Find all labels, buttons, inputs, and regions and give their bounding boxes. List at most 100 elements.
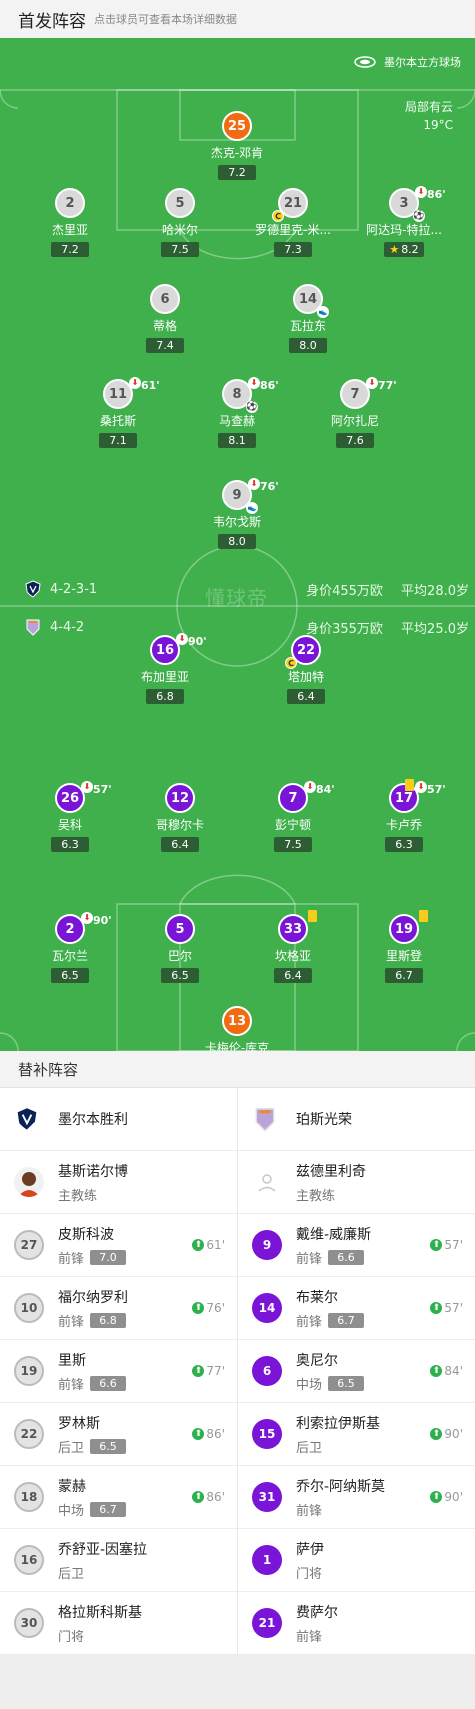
player-rating-value: 7.5	[284, 838, 302, 851]
player-name: 杰克-邓肯	[210, 146, 264, 160]
sub-player-position: 门将	[296, 1563, 324, 1582]
sub-player-name: 乔舒亚-因塞拉	[58, 1541, 148, 1558]
home-sub-row[interactable]: 30 格拉斯科斯基 门将	[0, 1592, 237, 1655]
jersey-number-text: 33	[283, 921, 303, 937]
home-team-name: 墨尔本胜利	[58, 1112, 128, 1128]
yellow-card-icon	[405, 779, 414, 791]
venue-name: 墨尔本立方球场	[384, 56, 461, 69]
away-sub-row[interactable]: 31 乔尔-阿纳斯莫 前锋 ⬆ 90'	[238, 1466, 475, 1529]
away-player[interactable]: 7 ⬇ 84' 彭宁顿 7.5	[233, 781, 353, 852]
player-rating-value: 8.0	[299, 339, 317, 352]
home-avg-age: 平均28.0岁	[401, 583, 469, 599]
player-rating: 7.6	[336, 433, 374, 448]
home-player[interactable]: 14 👟 瓦拉东 8.0	[248, 284, 368, 353]
player-rating: 6.4	[287, 689, 325, 704]
away-player[interactable]: 26 ⬇ 57' 吴科 6.3	[10, 781, 130, 852]
sub-position-text: 前锋	[58, 1377, 85, 1393]
sub-player-name: 奥尼尔	[296, 1352, 338, 1369]
away-player[interactable]: 33 坎格亚 6.4	[233, 910, 353, 983]
sub-in-indicator: ⬆ 57'	[430, 1301, 463, 1315]
sub-in-arrow-icon: ⬆	[192, 1491, 205, 1503]
home-player[interactable]: 8 ⬇ 86' ⚽ 马查赫 8.1	[177, 377, 297, 448]
home-coach-row[interactable]: 基斯诺尔博 主教练	[0, 1151, 237, 1214]
sub-player-position: 前锋 6.8	[58, 1311, 128, 1330]
sub-player-name: 萨伊	[296, 1541, 324, 1558]
sub-in-indicator: ⬆ 90'	[430, 1427, 463, 1441]
away-player[interactable]: 19 里斯登 6.7	[344, 910, 464, 983]
jersey-number-text: 2	[65, 195, 75, 211]
player-rating: 6.4	[161, 837, 199, 852]
jersey-number: 6	[150, 284, 180, 314]
home-sub-row[interactable]: 18 蒙赫 中场 6.7 ⬆ 86'	[0, 1466, 237, 1529]
sub-out-icon: ⬇	[81, 781, 93, 793]
player-rating-value: 6.4	[297, 690, 315, 703]
away-sub-row[interactable]: 6 奥尼尔 中场 6.5 ⬆ 84'	[238, 1340, 475, 1403]
home-sub-row[interactable]: 19 里斯 前锋 6.6 ⬆ 77'	[0, 1340, 237, 1403]
sub-in-time: 84'	[444, 1364, 463, 1378]
home-player[interactable]: 7 ⬇ 77' 阿尔扎尼 7.6	[295, 377, 415, 448]
player-name: 杰里亚	[51, 223, 88, 237]
sub-in-indicator: ⬆ 76'	[192, 1301, 225, 1315]
jersey-number: 11 ⬇ 61'	[103, 377, 160, 409]
home-team-row-sub[interactable]: 墨尔本胜利	[0, 1088, 237, 1151]
away-player[interactable]: 22 C 塔加特 6.4	[246, 635, 366, 704]
away-sub-row[interactable]: 15 利索拉伊斯基 后卫 ⬆ 90'	[238, 1403, 475, 1466]
away-coach-row[interactable]: 兹德里利奇 主教练	[238, 1151, 475, 1214]
home-player[interactable]: 3 ⬇ 86' ⚽ 阿达玛-特拉... ★ 8.2	[344, 186, 464, 257]
player-rating-value: 7.6	[346, 434, 364, 447]
away-sub-row[interactable]: 21 费萨尔 前锋	[238, 1592, 475, 1655]
sub-position-text: 门将	[296, 1566, 323, 1582]
player-rating: 7.5	[274, 837, 312, 852]
sub-player-info: 罗林斯 后卫 6.5	[58, 1413, 127, 1456]
away-sub-row[interactable]: 14 布莱尔 前锋 6.7 ⬆ 57'	[238, 1277, 475, 1340]
home-player[interactable]: 11 ⬇ 61' 桑托斯 7.1	[58, 377, 178, 448]
sub-player-rating: 6.6	[328, 1249, 365, 1265]
jersey-number-text: 12	[170, 790, 190, 806]
sub-position-text: 前锋	[296, 1314, 323, 1330]
sub-player-info: 乔舒亚-因塞拉 后卫	[58, 1539, 147, 1582]
jersey-number: 26 ⬇ 57'	[55, 781, 112, 813]
sub-player-rating: 6.6	[90, 1375, 127, 1391]
sub-out-time: 57'	[93, 783, 112, 796]
away-player[interactable]: 5 巴尔 6.5	[120, 914, 240, 983]
home-sub-row[interactable]: 27 皮斯科波 前锋 7.0 ⬆ 61'	[0, 1214, 237, 1277]
home-player[interactable]: 5 哈米尔 7.5	[120, 188, 240, 257]
away-player[interactable]: 12 哥穆尔卡 6.4	[120, 783, 240, 852]
sub-in-indicator: ⬆ 86'	[192, 1427, 225, 1441]
home-player[interactable]: 2 杰里亚 7.2	[10, 188, 130, 257]
sub-player-position: 门将	[58, 1626, 142, 1645]
away-sub-row[interactable]: 1 萨伊 门将	[238, 1529, 475, 1592]
sub-in-time: 86'	[206, 1490, 225, 1504]
away-team-name: 珀斯光荣	[296, 1112, 352, 1128]
sub-out-time: 86'	[260, 379, 279, 392]
home-player[interactable]: 6 蒂格 7.4	[105, 284, 225, 353]
away-sub-row[interactable]: 9 戴维-威廉斯 前锋 6.6 ⬆ 57'	[238, 1214, 475, 1277]
subs-header: 替补阵容	[0, 1051, 475, 1088]
home-player[interactable]: 9 ⬇ 76' 👟 韦尔戈斯 8.0	[177, 478, 297, 549]
sub-player-position: 前锋 6.6	[296, 1248, 371, 1267]
player-name: 布加里亚	[140, 670, 189, 684]
jersey-number-text: 11	[108, 386, 128, 402]
home-player[interactable]: 21 C 罗德里克-米... 7.3	[233, 188, 353, 257]
sub-in-indicator: ⬆ 86'	[192, 1490, 225, 1504]
sub-player-info: 皮斯科波 前锋 7.0	[58, 1224, 127, 1267]
sub-player-name: 福尔纳罗利	[58, 1289, 128, 1306]
home-sub-row[interactable]: 22 罗林斯 后卫 6.5 ⬆ 86'	[0, 1403, 237, 1466]
away-team-row-sub[interactable]: 珀斯光荣	[238, 1088, 475, 1151]
player-rating-value: 7.4	[156, 339, 174, 352]
away-coach-name: 兹德里利奇	[296, 1163, 366, 1180]
home-player[interactable]: 25 杰克-邓肯 7.2	[177, 111, 297, 180]
player-name: 罗德里克-米...	[255, 223, 331, 237]
away-player[interactable]: 16 ⬇ 90' 布加里亚 6.8	[105, 633, 225, 704]
player-rating: 7.2	[51, 242, 89, 257]
jersey-number: 33	[278, 910, 317, 944]
away-player[interactable]: 13卡梅伦-库克7.1	[177, 1006, 297, 1051]
sub-out-time: 84'	[316, 783, 335, 796]
away-player[interactable]: 17 ⬇ 57' 卡卢乔 6.3	[344, 779, 464, 852]
sub-in-indicator: ⬆ 90'	[430, 1490, 463, 1504]
jersey-number-text: 19	[394, 921, 414, 937]
home-sub-row[interactable]: 10 福尔纳罗利 前锋 6.8 ⬆ 76'	[0, 1277, 237, 1340]
player-name: 瓦尔兰	[51, 949, 88, 963]
home-sub-row[interactable]: 16 乔舒亚-因塞拉 后卫	[0, 1529, 237, 1592]
away-player[interactable]: 2 ⬇ 90' 瓦尔兰 6.5	[10, 912, 130, 983]
